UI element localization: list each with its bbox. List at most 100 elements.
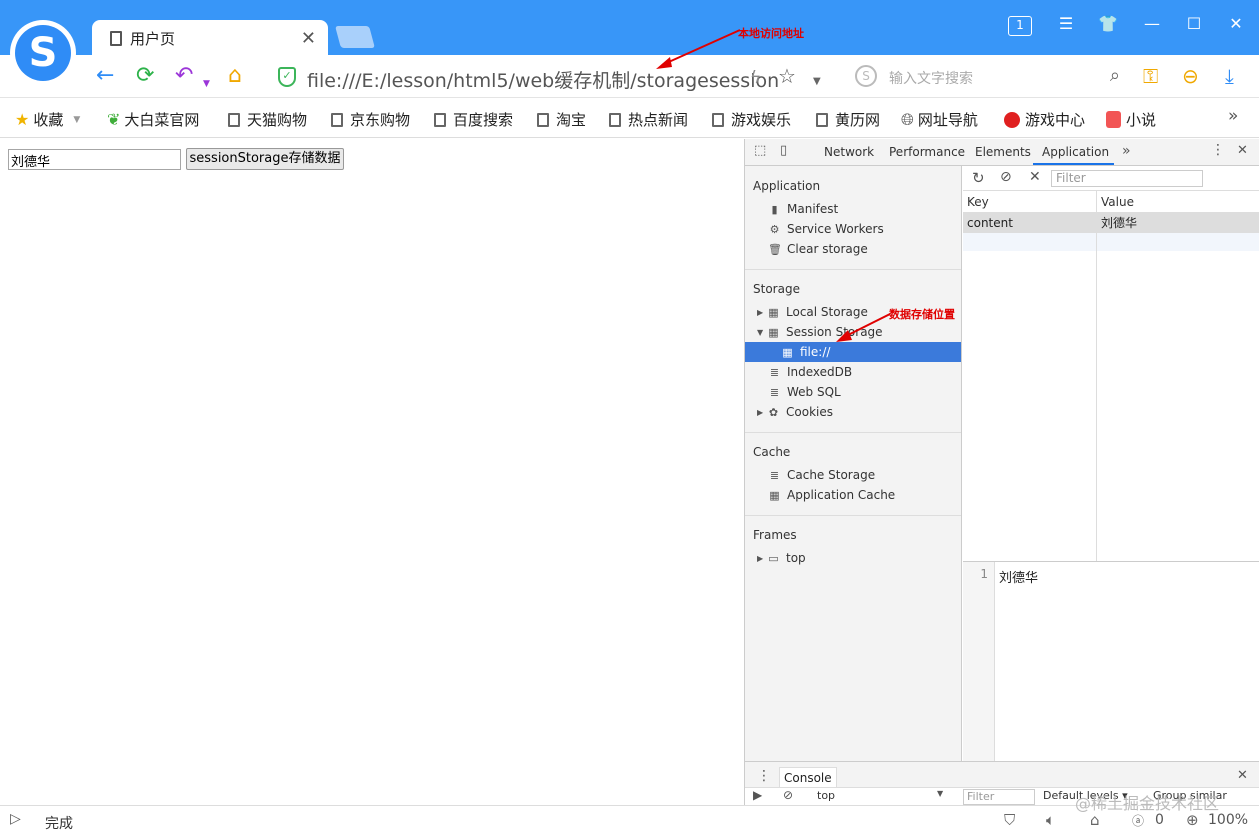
expand-arrow-icon[interactable]: ▶ <box>757 308 767 317</box>
context-select[interactable]: top <box>817 789 835 802</box>
table-cell-key[interactable]: content <box>963 213 1096 233</box>
chevron-down-icon[interactable]: ▼ <box>73 115 80 125</box>
table-row[interactable]: content 刘德华 <box>963 213 1259 233</box>
session-storage-button[interactable]: sessionStorage存储数据 <box>186 148 344 170</box>
new-tab-button[interactable] <box>335 26 375 48</box>
back-arrow-icon[interactable]: ← <box>96 63 114 89</box>
bookmark-item[interactable]: 京东购物 <box>331 109 410 130</box>
more-options-icon[interactable]: ⊖ <box>1182 63 1199 89</box>
undo-icon[interactable]: ↶ <box>175 63 193 89</box>
sound-icon[interactable]: 🔈︎ <box>1046 811 1055 829</box>
bookmark-item[interactable]: 游戏娱乐 <box>712 109 791 130</box>
console-filter-input[interactable]: Filter <box>963 789 1035 805</box>
adblock-counter: 0 <box>1155 812 1164 828</box>
bookmark-star-icon[interactable]: ☆ <box>778 63 796 89</box>
minimize-icon[interactable]: — <box>1138 14 1166 33</box>
tab-console[interactable]: Console <box>779 767 837 787</box>
tab-count-badge[interactable]: 1 <box>1008 16 1032 36</box>
sidebar-item-manifest[interactable]: ▮ Manifest <box>745 199 961 219</box>
undo-dropdown-icon[interactable]: ▼ <box>203 71 210 97</box>
name-input[interactable]: 刘德华 <box>8 149 181 170</box>
block-icon[interactable]: ⊘ <box>1000 169 1012 185</box>
frame-icon: ▭ <box>768 551 779 565</box>
key-icon[interactable]: ⚿ <box>1143 63 1158 89</box>
divider <box>745 432 961 433</box>
sidebar-item-service-workers[interactable]: ⚙ Service Workers <box>745 219 961 239</box>
sidebar-toggle-icon[interactable]: ▷ <box>10 811 21 827</box>
tab-performance[interactable]: Performance <box>889 145 965 159</box>
zoom-level[interactable]: 100% <box>1208 812 1248 828</box>
storage-annotation: 数据存储位置 <box>889 308 955 321</box>
sidebar-item-application-cache[interactable]: ▦ Application Cache <box>745 485 961 505</box>
bookmarks-more-icon[interactable]: » <box>1228 106 1238 126</box>
lightning-icon[interactable]: ϟ <box>750 65 761 91</box>
clear-console-icon[interactable]: ⊘ <box>783 788 793 802</box>
collapse-arrow-icon[interactable]: ▼ <box>757 328 767 337</box>
bookmark-item[interactable]: 淘宝 <box>537 109 586 130</box>
drawer-menu-icon[interactable]: ⋮ <box>757 768 771 784</box>
bookmark-item[interactable]: 热点新闻 <box>609 109 688 130</box>
section-cache: Cache <box>753 445 791 459</box>
close-window-icon[interactable]: ✕ <box>1222 14 1250 33</box>
expand-arrow-icon[interactable]: ▶ <box>757 408 767 417</box>
close-devtools-icon[interactable]: ✕ <box>1237 143 1248 158</box>
tab-network[interactable]: Network <box>824 145 874 159</box>
bookmark-item[interactable]: 百度搜索 <box>434 109 513 130</box>
refresh-icon[interactable]: ↻ <box>972 169 985 187</box>
search-box[interactable]: S 输入文字搜索 ⌕ <box>855 65 1120 89</box>
search-input[interactable]: 输入文字搜索 <box>889 68 973 88</box>
bookmark-item[interactable]: 游戏中心 <box>1004 109 1085 130</box>
adblock-icon[interactable]: ⓐ <box>1132 812 1144 829</box>
sidebar-item-top-frame[interactable]: ▶ ▭ top <box>745 548 961 568</box>
bookmark-item[interactable]: 小说 <box>1106 109 1156 130</box>
menu-icon[interactable]: ☰ <box>1052 14 1080 33</box>
devtools-panel: ⬚ ▯ Network Performance Elements Applica… <box>744 139 1259 806</box>
title-bar: 用户页 ✕ 1 ☰ 👕 — ☐ ✕ <box>0 0 1259 56</box>
search-icon[interactable]: ⌕ <box>1110 65 1120 86</box>
tab-close-icon[interactable]: ✕ <box>301 28 316 49</box>
database-icon: ≣ <box>769 468 780 482</box>
bookmark-item[interactable]: ★ 收藏 ▼ <box>15 109 80 130</box>
sidebar-item-cache-storage[interactable]: ≣ Cache Storage <box>745 465 961 485</box>
preview-text[interactable]: 刘德华 <box>999 567 1038 586</box>
tab-application[interactable]: Application <box>1042 145 1109 159</box>
maximize-icon[interactable]: ☐ <box>1180 14 1208 33</box>
grid-icon: ▦ <box>768 305 779 319</box>
bookmark-item[interactable]: ❦ 大白菜官网 <box>107 109 199 130</box>
column-header-value[interactable]: Value <box>1097 191 1259 213</box>
table-cell-value[interactable]: 刘德华 <box>1097 213 1259 233</box>
bookmark-item[interactable]: 天猫购物 <box>228 109 307 130</box>
bookmark-item[interactable]: 🌐︎ 网址导航 <box>901 109 978 130</box>
kebab-menu-icon[interactable]: ⋮ <box>1211 142 1225 158</box>
gear-icon: ⚙ <box>769 222 780 236</box>
security-shield-icon[interactable]: ⛉ <box>1004 811 1015 829</box>
context-dropdown-icon[interactable]: ▼ <box>937 789 943 798</box>
download-icon[interactable]: ⤓ <box>1225 63 1234 89</box>
delete-icon[interactable]: ✕ <box>1029 169 1041 185</box>
skin-icon[interactable]: 👕 <box>1094 14 1122 33</box>
url-dropdown-icon[interactable]: ▼ <box>813 69 821 95</box>
page-icon <box>228 112 240 127</box>
column-header-key[interactable]: Key <box>963 191 1096 213</box>
search-engine-icon[interactable]: S <box>855 65 877 87</box>
status-text: 完成 <box>45 816 73 832</box>
page-icon <box>110 30 122 46</box>
inspect-element-icon[interactable]: ⬚ <box>754 143 766 158</box>
more-tabs-icon[interactable]: » <box>1122 143 1131 159</box>
sidebar-item-cookies[interactable]: ▶ ✿ Cookies <box>745 402 961 422</box>
filter-input[interactable]: Filter <box>1051 170 1203 187</box>
play-icon[interactable]: ▶ <box>753 788 762 802</box>
sidebar-item-web-sql[interactable]: ≣ Web SQL <box>745 382 961 402</box>
expand-arrow-icon[interactable]: ▶ <box>757 554 767 563</box>
close-drawer-icon[interactable]: ✕ <box>1237 768 1248 783</box>
sidebar-item-indexeddb[interactable]: ≣ IndexedDB <box>745 362 961 382</box>
device-toggle-icon[interactable]: ▯ <box>780 143 787 158</box>
refresh-icon[interactable]: ⟳ <box>136 63 154 89</box>
line-number: 1 <box>963 562 995 762</box>
sidebar-item-clear-storage[interactable]: 🗑︎ Clear storage <box>745 239 961 259</box>
browser-tab[interactable]: 用户页 ✕ <box>92 20 328 56</box>
home-icon[interactable]: ⌂ <box>228 63 242 89</box>
tab-elements[interactable]: Elements <box>975 145 1031 159</box>
bookmark-item[interactable]: 黄历网 <box>816 109 880 130</box>
column-divider <box>1096 191 1097 561</box>
